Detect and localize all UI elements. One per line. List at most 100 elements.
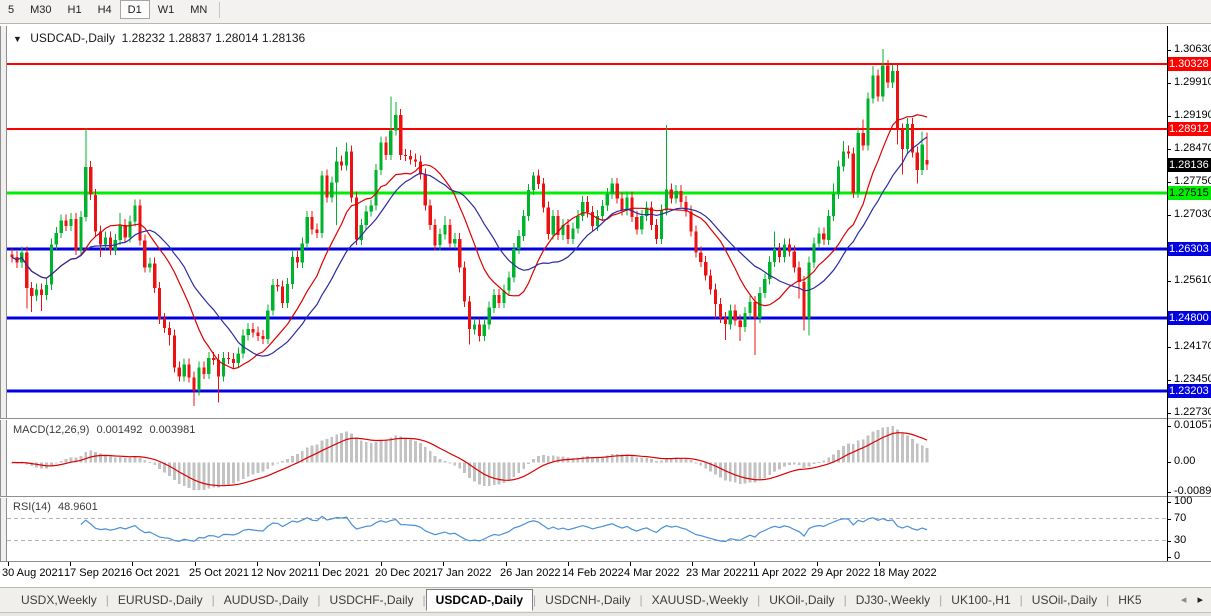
price-axis-label: 1.22730 xyxy=(1174,406,1211,418)
rsi-line[interactable] xyxy=(80,515,928,543)
timeframe-button-M30[interactable]: M30 xyxy=(22,0,59,19)
price-axis-tick xyxy=(1167,182,1171,183)
rsi-panel[interactable] xyxy=(0,498,1167,561)
date-axis-tick xyxy=(879,562,880,566)
date-axis-tick xyxy=(754,562,755,566)
quote-close: 1.28136 xyxy=(261,31,306,45)
macd-label-line: MACD(12,26,9) 0.001492 0.003981 xyxy=(13,424,199,436)
date-axis-tick xyxy=(195,562,196,566)
chart-tab-usdcad-daily[interactable]: USDCAD-,Daily xyxy=(425,589,534,611)
date-axis-label: 14 Feb 2022 xyxy=(562,567,624,579)
price-axis-label: 1.25610 xyxy=(1174,274,1211,286)
chart-tab-usdchf-daily[interactable]: USDCHF-,Daily xyxy=(321,590,423,610)
chart-tab-dj30-weekly[interactable]: DJ30-,Weekly xyxy=(847,590,939,610)
quote-low: 1.28014 xyxy=(215,31,259,45)
date-axis-label: 23 Mar 2022 xyxy=(686,567,748,579)
chevron-down-icon[interactable]: ▼ xyxy=(13,34,22,44)
chart-tab-usdx-weekly[interactable]: USDX,Weekly xyxy=(12,590,106,610)
price-badge-blue: 1.24800 xyxy=(1168,311,1211,325)
date-axis-label: 1 Dec 2021 xyxy=(313,567,370,579)
price-axis-tick xyxy=(1167,380,1171,381)
price-axis-label: 1.29190 xyxy=(1174,109,1211,121)
trading-terminal-window: 5 M30 H1 H4 D1 W1 MN ▼ USDCAD-,Daily 1.28232 1… xyxy=(0,0,1211,616)
timeframe-button-D1[interactable]: D1 xyxy=(119,0,150,19)
date-axis-tick xyxy=(8,562,9,566)
date-axis-tick xyxy=(506,562,507,566)
date-axis-tick xyxy=(692,562,693,566)
timeframe-button-H4[interactable]: H4 xyxy=(90,0,120,19)
tab-scroll-arrows: ◂ ▸ xyxy=(1177,591,1207,608)
macd-signal-value: 0.003981 xyxy=(149,424,196,436)
date-axis-label: 7 Jan 2022 xyxy=(437,567,492,579)
macd-axis-tick xyxy=(1167,426,1171,427)
price-axis-tick xyxy=(1167,281,1171,282)
chart-tab-hk5[interactable]: HK5 xyxy=(1109,590,1150,610)
price-axis-label: 1.28470 xyxy=(1174,142,1211,154)
macd-value: 0.001492 xyxy=(96,424,143,436)
rsi-axis-label: 0 xyxy=(1174,550,1181,562)
rsi-value: 48.9601 xyxy=(57,501,98,513)
panel-divider-highlight xyxy=(0,497,1211,498)
price-axis-label: 1.29910 xyxy=(1174,76,1211,88)
date-axis-tick xyxy=(381,562,382,566)
toolbar-divider xyxy=(219,2,221,19)
price-axis-tick xyxy=(1167,50,1171,51)
price-axis-tick xyxy=(1167,347,1171,348)
rsi-label: RSI(14) xyxy=(13,501,51,513)
timeframe-button-MN[interactable]: MN xyxy=(182,0,215,19)
date-axis-tick xyxy=(319,562,320,566)
date-axis: 30 Aug 2021 17 Sep 2021 6 Oct 2021 25 Oct 2… xyxy=(0,562,1211,587)
quote-high: 1.28837 xyxy=(168,31,212,45)
price-axis-tick xyxy=(1167,413,1171,414)
macd-axis-tick xyxy=(1167,492,1171,493)
rsi-axis-tick xyxy=(1167,519,1171,520)
date-axis-tick xyxy=(443,562,444,566)
price-chart[interactable] xyxy=(0,26,1167,418)
macd-axis-label: 0.010578 xyxy=(1174,419,1211,431)
chart-left-border xyxy=(6,26,7,561)
date-axis-tick xyxy=(257,562,258,566)
chart-symbol-period: USDCAD-,Daily xyxy=(30,31,115,45)
date-axis-tick xyxy=(70,562,71,566)
timeframe-button-H1[interactable]: H1 xyxy=(60,0,90,19)
rsi-axis-tick xyxy=(1167,502,1171,503)
rsi-axis-label: 70 xyxy=(1174,512,1187,524)
price-axis-tick xyxy=(1167,83,1171,84)
date-axis-label: 25 Oct 2021 xyxy=(189,567,249,579)
date-axis-tick xyxy=(630,562,631,566)
chart-tab-uk100-h1[interactable]: UK100-,H1 xyxy=(942,590,1019,610)
price-axis-line xyxy=(1167,26,1168,561)
price-badge-red: 1.28912 xyxy=(1168,122,1211,136)
rsi-axis-tick xyxy=(1167,557,1171,558)
price-badge-green: 1.27515 xyxy=(1168,186,1211,200)
date-axis-label: 20 Dec 2021 xyxy=(375,567,438,579)
date-axis-label: 30 Aug 2021 xyxy=(2,567,64,579)
rsi-axis-tick xyxy=(1167,541,1171,542)
chart-tab-bar: USDX,Weekly | EURUSD-,Daily | AUDUSD-,Daily |… xyxy=(0,587,1211,612)
macd-label: MACD(12,26,9) xyxy=(13,424,90,436)
date-axis-label: 17 Sep 2021 xyxy=(64,567,127,579)
tab-scroll-right-icon[interactable]: ▸ xyxy=(1193,591,1207,608)
date-axis-label: 4 Mar 2022 xyxy=(624,567,680,579)
price-badge-red: 1.30328 xyxy=(1168,57,1211,71)
chart-tab-usoil-daily[interactable]: USOil-,Daily xyxy=(1023,590,1106,610)
chart-tab-ukoil-daily[interactable]: UKOil-,Daily xyxy=(760,590,843,610)
tab-scroll-left-icon[interactable]: ◂ xyxy=(1177,591,1191,608)
chart-tab-eurusd-daily[interactable]: EURUSD-,Daily xyxy=(109,590,212,610)
rsi-axis-label: 100 xyxy=(1174,495,1193,507)
date-axis-label: 18 May 2022 xyxy=(873,567,937,579)
macd-axis-label: 0.00 xyxy=(1174,455,1196,467)
candlesticks xyxy=(10,49,929,406)
timeframe-button-5[interactable]: 5 xyxy=(0,0,22,19)
rsi-label-line: RSI(14) 48.9601 xyxy=(13,501,102,513)
chart-tab-xauusd-weekly[interactable]: XAUUSD-,Weekly xyxy=(643,590,757,610)
date-axis-tick xyxy=(132,562,133,566)
timeframe-button-W1[interactable]: W1 xyxy=(150,0,183,19)
chart-tab-usdcnh-daily[interactable]: USDCNH-,Daily xyxy=(536,590,639,610)
status-strip xyxy=(0,612,1211,616)
price-axis-tick xyxy=(1167,116,1171,117)
price-badge-blue: 1.23203 xyxy=(1168,384,1211,398)
date-axis-label: 11 Apr 2022 xyxy=(748,567,807,579)
macd-axis-tick xyxy=(1167,462,1171,463)
chart-tab-audusd-daily[interactable]: AUDUSD-,Daily xyxy=(215,590,318,610)
